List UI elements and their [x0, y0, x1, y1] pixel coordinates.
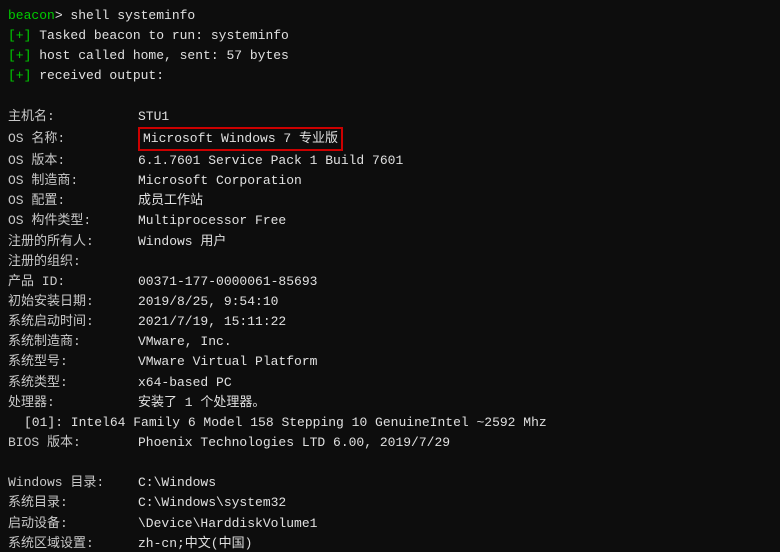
info-marker: [+]: [8, 66, 31, 86]
data-label: 系统启动时间:: [8, 312, 138, 332]
data-value: C:\Windows: [138, 473, 216, 493]
terminal-line: OS 制造商:Microsoft Corporation: [8, 171, 772, 191]
terminal-line: Windows 目录:C:\Windows: [8, 473, 772, 493]
terminal-line: 产品 ID:00371-177-0000061-85693: [8, 272, 772, 292]
data-value: x64-based PC: [138, 373, 232, 393]
data-label: 产品 ID:: [8, 272, 138, 292]
data-label: Windows 目录:: [8, 473, 138, 493]
data-value: Phoenix Technologies LTD 6.00, 2019/7/29: [138, 433, 450, 453]
terminal-line: 系统目录:C:\Windows\system32: [8, 493, 772, 513]
data-value: STU1: [138, 107, 169, 127]
terminal-line: 系统区域设置:zh-cn;中文(中国): [8, 534, 772, 552]
terminal-line: BIOS 版本:Phoenix Technologies LTD 6.00, 2…: [8, 433, 772, 453]
data-label: BIOS 版本:: [8, 433, 138, 453]
data-value: 安装了 1 个处理器。: [138, 393, 265, 413]
terminal-line: OS 版本:6.1.7601 Service Pack 1 Build 7601: [8, 151, 772, 171]
data-value: Microsoft Corporation: [138, 171, 302, 191]
data-label: 系统类型:: [8, 373, 138, 393]
terminal-line: [+] Tasked beacon to run: systeminfo: [8, 26, 772, 46]
data-value: C:\Windows\system32: [138, 493, 286, 513]
data-label: 注册的组织:: [8, 252, 138, 272]
terminal-window: beacon> shell systeminfo [+] Tasked beac…: [0, 0, 780, 552]
beacon-label: beacon: [8, 6, 55, 26]
data-label: OS 制造商:: [8, 171, 138, 191]
info-text: received output:: [31, 66, 164, 86]
terminal-line: 初始安装日期:2019/8/25, 9:54:10: [8, 292, 772, 312]
indent-value: [01]: Intel64 Family 6 Model 158 Steppin…: [24, 413, 547, 433]
terminal-line: 系统制造商:VMware, Inc.: [8, 332, 772, 352]
terminal-header: beacon> shell systeminfo: [8, 6, 772, 26]
data-value: VMware Virtual Platform: [138, 352, 317, 372]
terminal-body: [+] Tasked beacon to run: systeminfo[+] …: [8, 26, 772, 552]
data-label: OS 构件类型:: [8, 211, 138, 231]
data-value: 6.1.7601 Service Pack 1 Build 7601: [138, 151, 403, 171]
info-text: host called home, sent: 57 bytes: [31, 46, 288, 66]
data-label: 系统制造商:: [8, 332, 138, 352]
data-label: OS 版本:: [8, 151, 138, 171]
data-value: 成员工作站: [138, 191, 203, 211]
data-label: 系统型号:: [8, 352, 138, 372]
data-label: 主机名:: [8, 107, 138, 127]
data-value: \Device\HarddiskVolume1: [138, 514, 317, 534]
data-label: 处理器:: [8, 393, 138, 413]
info-text: Tasked beacon to run: systeminfo: [31, 26, 288, 46]
info-marker: [+]: [8, 46, 31, 66]
terminal-line: 注册的所有人:Windows 用户: [8, 232, 772, 252]
info-marker: [+]: [8, 26, 31, 46]
data-label: OS 配置:: [8, 191, 138, 211]
terminal-line: 处理器:安装了 1 个处理器。: [8, 393, 772, 413]
os-name-label: OS 名称:: [8, 129, 138, 149]
data-value: Multiprocessor Free: [138, 211, 286, 231]
terminal-line: [01]: Intel64 Family 6 Model 158 Steppin…: [8, 413, 772, 433]
terminal-line: [8, 87, 772, 107]
terminal-line: [8, 453, 772, 473]
data-value: 2021/7/19, 15:11:22: [138, 312, 286, 332]
terminal-line: 系统启动时间:2021/7/19, 15:11:22: [8, 312, 772, 332]
data-value: 00371-177-0000061-85693: [138, 272, 317, 292]
data-value: 2019/8/25, 9:54:10: [138, 292, 278, 312]
data-label: 系统区域设置:: [8, 534, 138, 552]
prompt-separator: > shell systeminfo: [55, 6, 195, 26]
terminal-line: 主机名:STU1: [8, 107, 772, 127]
data-label: 初始安装日期:: [8, 292, 138, 312]
data-value: VMware, Inc.: [138, 332, 232, 352]
data-label: 系统目录:: [8, 493, 138, 513]
terminal-line: OS 配置:成员工作站: [8, 191, 772, 211]
terminal-line: OS 名称:Microsoft Windows 7 专业版: [8, 127, 772, 151]
data-value: Windows 用户: [138, 232, 226, 252]
terminal-line: 系统类型:x64-based PC: [8, 373, 772, 393]
data-value: zh-cn;中文(中国): [138, 534, 252, 552]
data-label: 启动设备:: [8, 514, 138, 534]
terminal-line: 注册的组织:: [8, 252, 772, 272]
terminal-line: 系统型号:VMware Virtual Platform: [8, 352, 772, 372]
terminal-line: 启动设备:\Device\HarddiskVolume1: [8, 514, 772, 534]
terminal-line: [+] host called home, sent: 57 bytes: [8, 46, 772, 66]
terminal-line: OS 构件类型:Multiprocessor Free: [8, 211, 772, 231]
os-name-value: Microsoft Windows 7 专业版: [138, 127, 343, 151]
terminal-line: [+] received output:: [8, 66, 772, 86]
data-label: 注册的所有人:: [8, 232, 138, 252]
